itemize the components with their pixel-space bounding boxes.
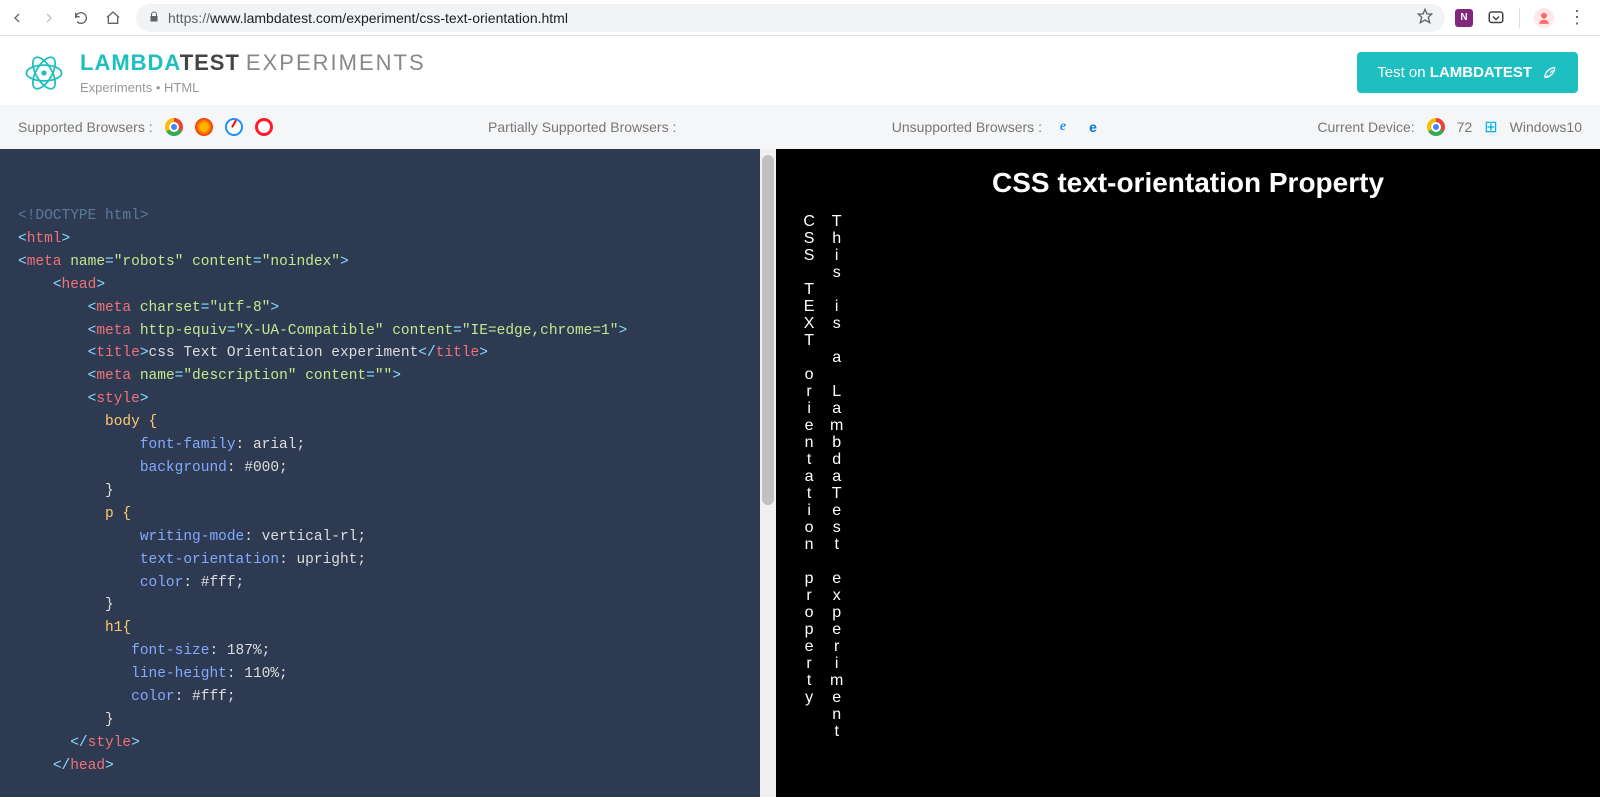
address-bar[interactable]: https://www.lambdatest.com/experiment/cs… <box>136 4 1445 32</box>
partial-label: Partially Supported Browsers : <box>488 119 676 135</box>
url-text: https://www.lambdatest.com/experiment/cs… <box>168 10 1409 26</box>
device-os: Windows10 <box>1510 119 1582 135</box>
chrome-icon <box>1427 118 1445 136</box>
extension-pocket-icon[interactable] <box>1487 9 1505 27</box>
device-label: Current Device: <box>1317 119 1414 135</box>
chrome-icon <box>165 118 183 136</box>
ie-icon: e <box>1054 118 1072 136</box>
scrollbar[interactable] <box>760 149 776 797</box>
rocket-icon <box>1542 65 1558 81</box>
site-header: LAMBDATESTEXPERIMENTS Experiments • HTML… <box>0 36 1600 105</box>
code-content: <!DOCTYPE html> <html> <meta name="robot… <box>0 149 776 796</box>
supported-label: Supported Browsers : <box>18 119 153 135</box>
breadcrumb: Experiments • HTML <box>80 80 426 95</box>
logo-text: LAMBDATESTEXPERIMENTS <box>80 50 426 76</box>
safari-icon <box>225 118 243 136</box>
lambdatest-logo-icon <box>22 51 66 95</box>
extension-onenote-icon[interactable]: N <box>1455 9 1473 27</box>
code-editor-pane[interactable]: <!DOCTYPE html> <html> <meta name="robot… <box>0 149 776 797</box>
firefox-icon <box>195 118 213 136</box>
lock-icon <box>148 10 160 26</box>
preview-heading: CSS text-orientation Property <box>800 167 1576 199</box>
separator <box>1519 8 1520 28</box>
home-button[interactable] <box>104 9 122 27</box>
preview-paragraph-1: CSS TEXT orientation property <box>800 213 818 740</box>
kebab-menu-icon[interactable]: ⋮ <box>1568 7 1586 28</box>
test-on-lambdatest-button[interactable]: Test on LAMBDATEST <box>1357 52 1578 93</box>
browser-support-strip: Supported Browsers : Partially Supported… <box>0 105 1600 149</box>
device-version: 72 <box>1457 119 1473 135</box>
main-content: <!DOCTYPE html> <html> <meta name="robot… <box>0 149 1600 797</box>
preview-paragraph-2: This is a LambdaTest experiment <box>828 213 846 740</box>
windows-icon: ⊞ <box>1484 117 1497 137</box>
profile-avatar[interactable] <box>1534 8 1554 28</box>
opera-icon <box>255 118 273 136</box>
reload-button[interactable] <box>72 9 90 27</box>
star-icon[interactable] <box>1417 8 1433 27</box>
preview-pane: CSS text-orientation Property CSS TEXT o… <box>776 149 1600 797</box>
back-button[interactable] <box>8 9 26 27</box>
scrollbar-thumb[interactable] <box>762 155 774 505</box>
unsupported-label: Unsupported Browsers : <box>892 119 1042 135</box>
forward-button[interactable] <box>40 9 58 27</box>
browser-toolbar: https://www.lambdatest.com/experiment/cs… <box>0 0 1600 36</box>
edge-icon: e <box>1084 118 1102 136</box>
